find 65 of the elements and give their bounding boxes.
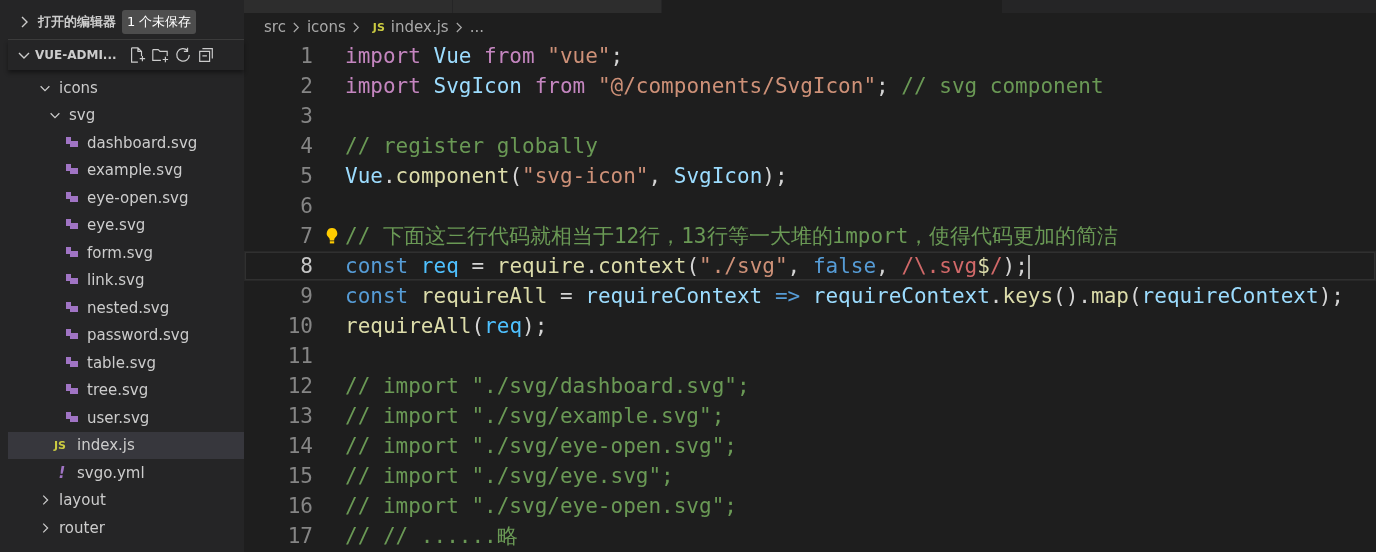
line-number: 7 [299,224,313,248]
line-number: 9 [299,284,313,308]
file-tree-item[interactable]: dashboard.svg [8,129,244,157]
line-number: 15 [286,464,313,488]
line-number: 14 [286,434,313,458]
file-tree-item[interactable]: password.svg [8,321,244,349]
code-line: // register globally [345,134,598,158]
new-folder-icon[interactable] [150,46,169,64]
chevron-icon [291,20,301,34]
code-line: requireAll(req); [345,314,548,338]
file-tree-item[interactable]: link.svg [8,266,244,294]
js-file-icon: JS [372,20,385,34]
file-tree-item[interactable]: table.svg [8,349,244,377]
line-number: 4 [299,134,313,158]
code-line: // import "./svg/eye-open.svg"; [345,494,737,518]
breadcrumb-item[interactable]: icons [306,18,346,36]
lightbulb-icon[interactable] [325,227,339,245]
line-number: 16 [286,494,313,518]
line-number: 5 [299,164,313,188]
file-tree-item[interactable]: icons [8,74,244,102]
file-tree-item[interactable]: router [8,514,244,542]
file-tree-item[interactable]: user.svg [8,404,244,432]
file-tree-item[interactable]: svg [8,101,244,129]
file-tree-item[interactable]: form.svg [8,239,244,267]
chevron-icon [351,20,361,34]
code-line: // import "./svg/dashboard.svg"; [345,374,750,398]
file-tree-item[interactable]: example.svg [8,156,244,184]
code-line: const requireAll = requireContext => requireContext.keys().map(requireContext); [345,284,1344,308]
collapse-icon[interactable] [196,46,215,64]
line-number: 3 [299,104,313,128]
chevron-icon [454,20,464,34]
line-number: 6 [299,194,313,218]
yaml-file-icon: ! [54,463,70,482]
line-number: 13 [286,404,313,428]
code-line: // // ......略 [345,523,518,550]
js-file-icon: JS [54,438,70,452]
line-number: 10 [286,314,313,338]
file-tree-item[interactable]: JS index.js [8,431,244,459]
project-title[interactable]: VUE-ADMI... [35,48,117,62]
code-line: // 下面这三行代码就相当于12行，13行等一大堆的import，使得代码更加的简洁 [345,223,1119,250]
breadcrumb-item[interactable]: index.js [390,18,449,36]
code-line: // import "./svg/eye.svg"; [345,464,674,488]
breadcrumb-item[interactable]: ... [469,18,484,36]
file-tree-item[interactable]: eye-open.svg [8,184,244,212]
breadcrumb-item[interactable]: src [264,18,286,36]
file-tree-item[interactable]: tree.svg [8,376,244,404]
code-line: const req = require.context("./svg", false, /\.svg$/); [345,253,1030,279]
file-tree-item[interactable]: ! svgo.yml [8,459,244,487]
code-line: import SvgIcon from "@/components/SvgIcon"; // svg component [345,74,1104,98]
line-number: 17 [286,524,313,548]
refresh-icon[interactable] [173,46,192,64]
line-number: 11 [286,344,313,368]
file-tree-item[interactable]: nested.svg [8,294,244,322]
code-line: // import "./svg/example.svg"; [345,404,725,428]
section-title[interactable]: 打开的编辑器 [38,12,116,31]
line-number: 12 [286,374,313,398]
code-line: Vue.component("svg-icon", SvgIcon); [345,164,788,188]
line-number: 8 [299,254,313,278]
line-number: 1 [299,44,313,68]
file-tree-item[interactable]: eye.svg [8,211,244,239]
unsaved-badge: 1 个未保存 [122,9,197,34]
line-number: 2 [299,74,313,98]
code-line: // import "./svg/eye-open.svg"; [345,434,737,458]
code-line: import Vue from "vue"; [345,44,624,68]
file-tree-item[interactable]: layout [8,486,244,514]
